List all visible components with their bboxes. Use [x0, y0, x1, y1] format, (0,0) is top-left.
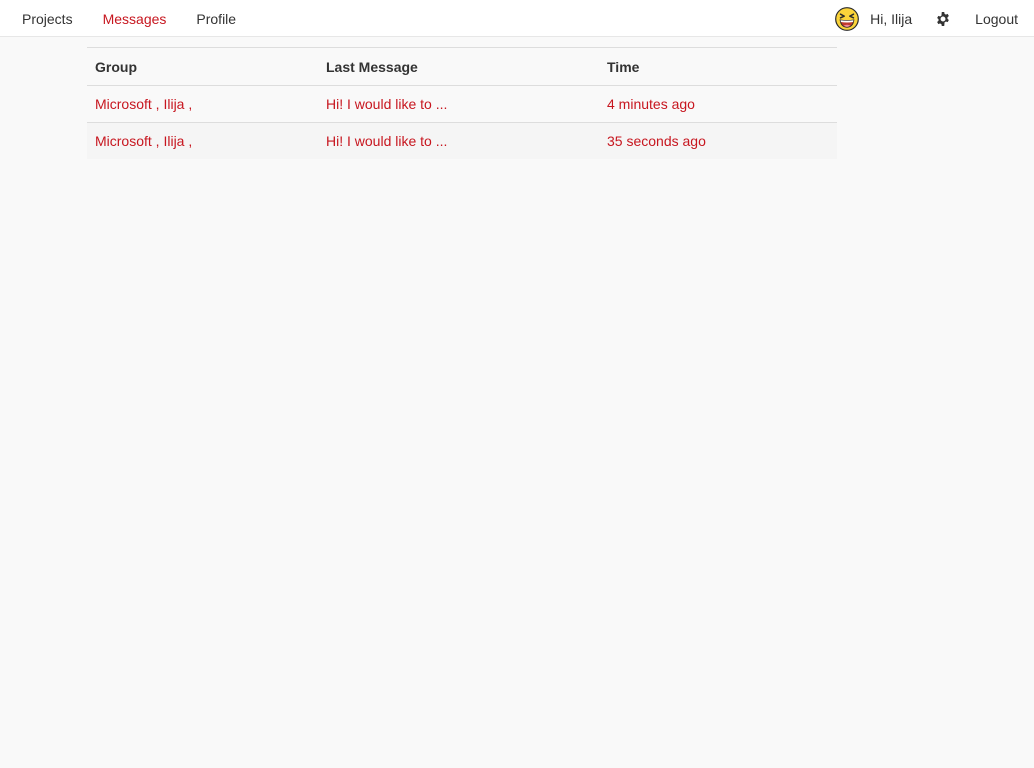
- column-header-group: Group: [87, 47, 318, 86]
- table-header-row: Group Last Message Time: [87, 47, 837, 86]
- group-link[interactable]: Microsoft , Ilija ,: [95, 133, 192, 149]
- time-link[interactable]: 4 minutes ago: [607, 96, 695, 112]
- messages-table: Group Last Message Time Microsoft , Ilij…: [87, 47, 837, 159]
- logout-link[interactable]: Logout: [961, 2, 1034, 36]
- group-cell: Microsoft , Ilija ,: [87, 122, 318, 159]
- column-header-time: Time: [599, 47, 837, 86]
- user-greeting: Hi, Ilija: [870, 10, 913, 27]
- top-navbar: Projects Messages Profile Hi, Ilija Logo…: [0, 0, 1034, 37]
- gear-icon: [937, 11, 950, 26]
- settings-button[interactable]: [925, 2, 961, 36]
- nav-links: Projects Messages Profile: [7, 0, 251, 37]
- nav-link-profile[interactable]: Profile: [181, 2, 251, 36]
- last-message-link[interactable]: Hi! I would like to ...: [326, 133, 447, 149]
- group-link[interactable]: Microsoft , Ilija ,: [95, 96, 192, 112]
- column-header-last-message: Last Message: [318, 47, 599, 86]
- messages-panel: Group Last Message Time Microsoft , Ilij…: [87, 47, 837, 159]
- last-message-link[interactable]: Hi! I would like to ...: [326, 96, 447, 112]
- table-row[interactable]: Microsoft , Ilija , Hi! I would like to …: [87, 122, 837, 159]
- laughing-face-emoji-icon: [835, 6, 860, 31]
- last-message-cell: Hi! I would like to ...: [318, 85, 599, 123]
- nav-link-messages[interactable]: Messages: [88, 2, 182, 36]
- user-menu[interactable]: Hi, Ilija: [835, 2, 924, 36]
- nav-user-area: Hi, Ilija Logout: [835, 0, 1034, 37]
- time-cell: 4 minutes ago: [599, 85, 837, 123]
- time-cell: 35 seconds ago: [599, 122, 837, 159]
- last-message-cell: Hi! I would like to ...: [318, 122, 599, 159]
- group-cell: Microsoft , Ilija ,: [87, 85, 318, 123]
- time-link[interactable]: 35 seconds ago: [607, 133, 706, 149]
- nav-link-projects[interactable]: Projects: [7, 2, 88, 36]
- table-row[interactable]: Microsoft , Ilija , Hi! I would like to …: [87, 85, 837, 123]
